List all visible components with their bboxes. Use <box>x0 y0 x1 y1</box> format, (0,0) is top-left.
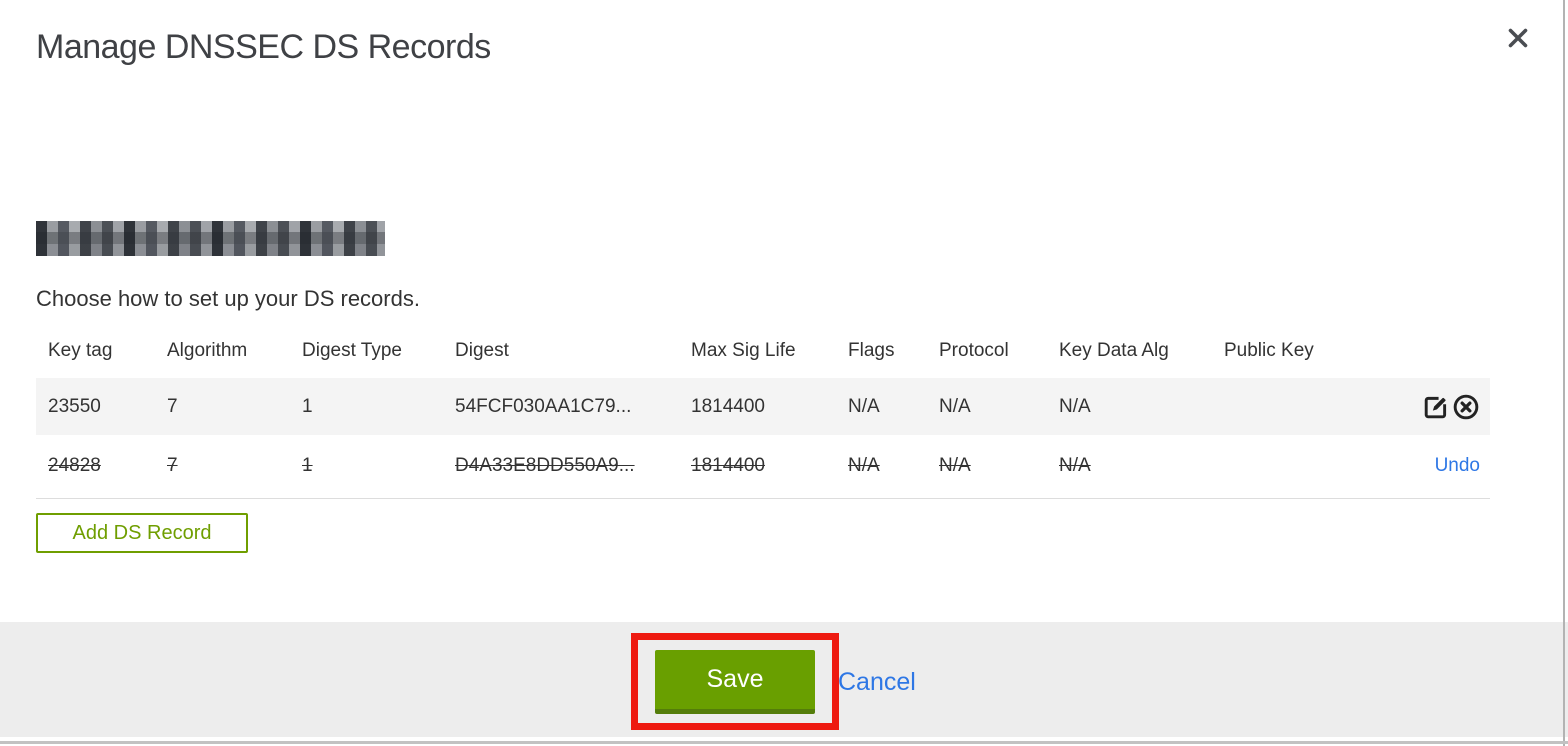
cancel-link[interactable]: Cancel <box>838 668 916 697</box>
cell-flags: N/A <box>848 455 880 477</box>
cell-public-key <box>1212 435 1370 498</box>
undo-link[interactable]: Undo <box>1435 455 1480 476</box>
cell-algorithm: 7 <box>167 455 178 477</box>
table-header-row: Key tag Algorithm Digest Type Digest Max… <box>36 331 1490 378</box>
cell-key-data-alg: N/A <box>1059 395 1091 417</box>
cell-max-sig-life: 1814400 <box>691 455 765 477</box>
col-header-algorithm: Algorithm <box>167 339 248 361</box>
col-header-max-sig-life: Max Sig Life <box>691 339 796 361</box>
modal-bottom-border <box>0 741 1568 744</box>
dnssec-modal: Manage DNSSEC DS Records Choose how to s… <box>0 0 1568 746</box>
cell-key-tag: 23550 <box>48 395 101 417</box>
redacted-domain-name <box>36 221 385 256</box>
cell-digest: D4A33E8DD550A9... <box>455 455 635 477</box>
page-title: Manage DNSSEC DS Records <box>36 28 491 66</box>
cell-public-key <box>1212 378 1370 435</box>
col-header-digest-type: Digest Type <box>302 339 402 361</box>
cell-digest-type: 1 <box>302 395 313 417</box>
edit-record-icon[interactable] <box>1422 393 1450 421</box>
cell-key-tag: 24828 <box>48 455 101 477</box>
ds-records-table: Key tag Algorithm Digest Type Digest Max… <box>36 331 1490 499</box>
instruction-text: Choose how to set up your DS records. <box>36 286 420 311</box>
delete-record-icon[interactable] <box>1452 393 1480 421</box>
col-header-key-tag: Key tag <box>48 339 113 361</box>
col-header-actions <box>1370 331 1490 378</box>
cell-flags: N/A <box>848 395 880 417</box>
cell-algorithm: 7 <box>167 395 178 417</box>
cell-digest: 54FCF030AA1C79... <box>455 395 632 417</box>
cell-protocol: N/A <box>939 395 971 417</box>
cell-digest-type: 1 <box>302 455 313 477</box>
col-header-protocol: Protocol <box>939 339 1009 361</box>
modal-right-border <box>1563 0 1565 746</box>
row-actions: Undo <box>1370 435 1490 498</box>
close-icon[interactable] <box>1502 22 1534 54</box>
save-button[interactable]: Save <box>655 650 815 714</box>
table-row-deleted: 24828 7 1 D4A33E8DD550A9... 1814400 N/A … <box>36 435 1490 498</box>
cell-max-sig-life: 1814400 <box>691 395 765 417</box>
cell-key-data-alg: N/A <box>1059 455 1091 477</box>
row-actions <box>1370 378 1490 435</box>
col-header-key-data-alg: Key Data Alg <box>1059 339 1169 361</box>
col-header-public-key: Public Key <box>1224 339 1314 361</box>
col-header-flags: Flags <box>848 339 895 361</box>
cell-protocol: N/A <box>939 455 971 477</box>
col-header-digest: Digest <box>455 339 509 361</box>
add-ds-record-button[interactable]: Add DS Record <box>36 513 248 553</box>
table-row: 23550 7 1 54FCF030AA1C79... 1814400 N/A … <box>36 378 1490 435</box>
